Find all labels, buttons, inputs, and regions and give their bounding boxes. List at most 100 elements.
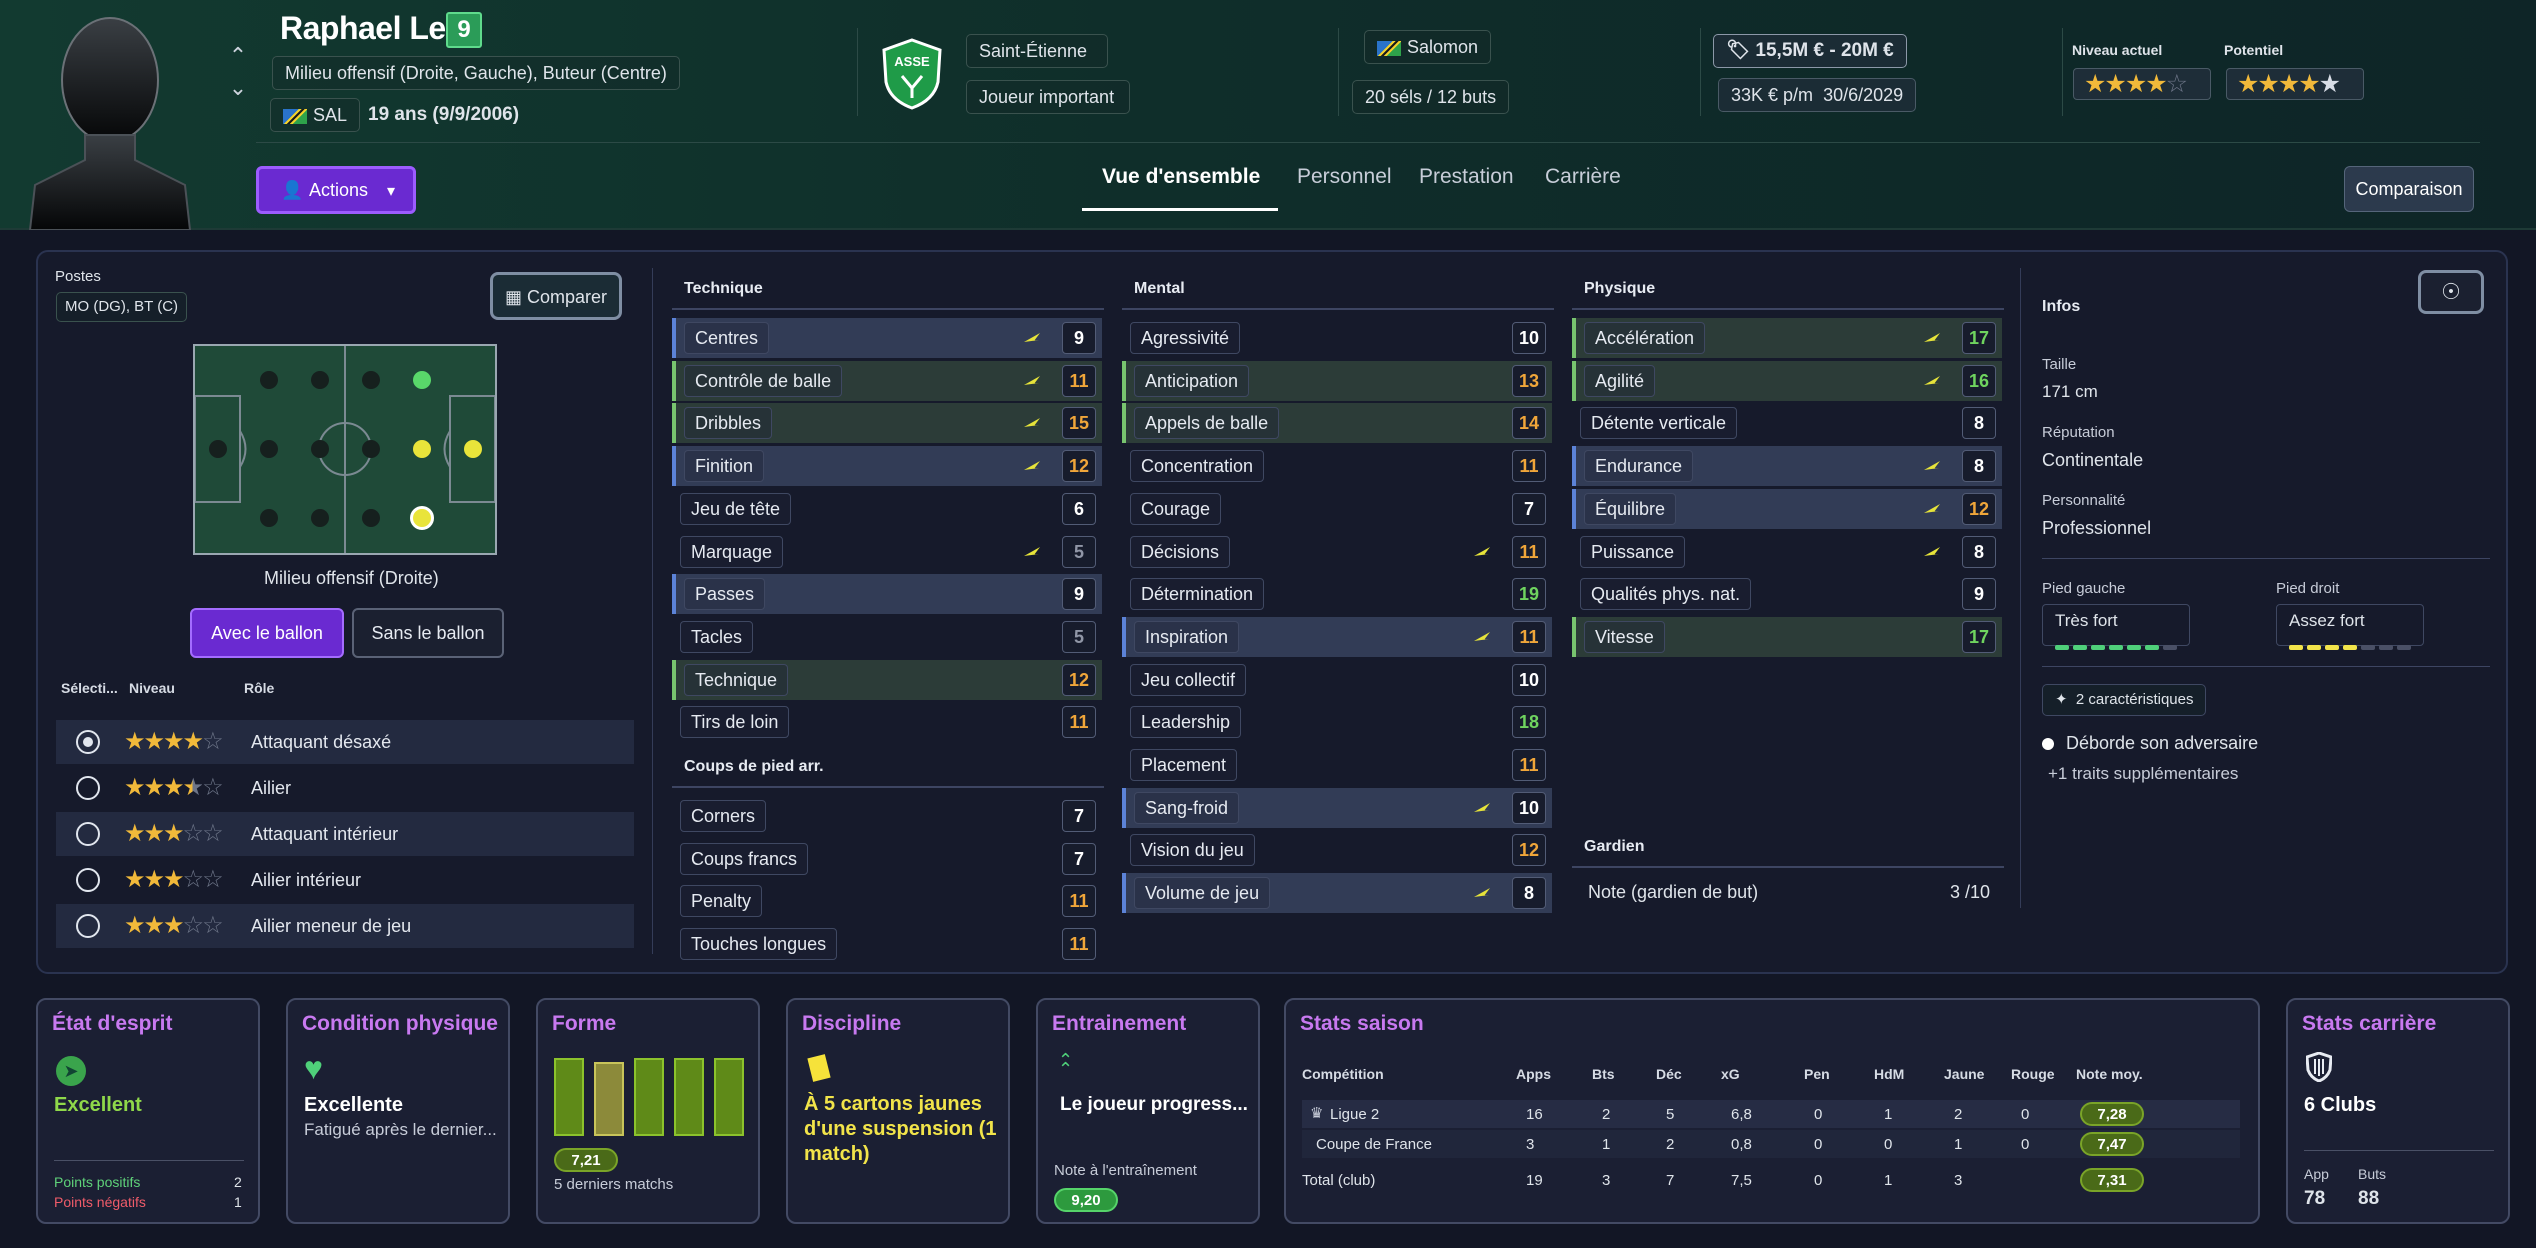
attribute-row[interactable]: Détermination 19 (1122, 574, 1552, 614)
attribute-row[interactable]: Tacles 5 (672, 617, 1102, 657)
discipline-card[interactable]: Discipline À 5 cartons jaunes d'une susp… (786, 998, 1010, 1224)
key-attribute-icon (1024, 546, 1040, 556)
attribute-row[interactable]: Vitesse 17 (1572, 616, 2002, 657)
attribute-row[interactable]: Anticipation 13 (1122, 360, 1552, 401)
attribute-row[interactable]: Tirs de loin 11 (672, 702, 1102, 742)
role-radio[interactable] (76, 914, 100, 938)
form-card[interactable]: Forme 7,21 5 derniers matchs (536, 998, 760, 1224)
tab-overview[interactable]: Vue d'ensemble (1102, 165, 1260, 189)
attribute-row[interactable]: Jeu collectif 10 (1122, 660, 1552, 700)
attribute-row[interactable]: Leadership 18 (1122, 702, 1552, 742)
role-radio[interactable] (76, 730, 100, 754)
role-row[interactable]: ★★★☆☆ Ailier intérieur (56, 858, 634, 902)
attribute-row[interactable]: Courage 7 (1122, 489, 1552, 529)
season-stats-card[interactable]: Stats saison Compétition Apps Bts Déc xG Pen H… (1284, 998, 2260, 1224)
actions-button[interactable]: 👤 Actions ▾ (256, 166, 416, 214)
with-ball-toggle[interactable]: Avec le ballon (190, 608, 344, 658)
attribute-row[interactable]: Coups francs 7 (672, 839, 1102, 879)
attribute-row[interactable]: Sang-froid 10 (1122, 787, 1552, 828)
next-player-arrow[interactable]: ⌄ (228, 77, 248, 99)
position-dot-accomplished[interactable] (464, 440, 482, 458)
negative-points-count: 1 (234, 1194, 242, 1210)
attribute-row[interactable]: Qualités phys. nat. 9 (1572, 574, 2002, 614)
role-radio[interactable] (76, 868, 100, 892)
role-row[interactable]: ★★★☆☆ Ailier meneur de jeu (56, 904, 634, 948)
key-attribute-icon (1924, 546, 1940, 556)
role-row[interactable]: ★★★☆☆ Attaquant intérieur (56, 812, 634, 856)
attribute-row[interactable]: Appels de balle 14 (1122, 403, 1552, 444)
profile-icon: ☉ (2441, 279, 2461, 304)
attribute-row[interactable]: Corners 7 (672, 796, 1102, 836)
attribute-row[interactable]: Volume de jeu 8 (1122, 873, 1552, 914)
position-dot-accomplished[interactable] (413, 440, 431, 458)
club-name-chip[interactable]: Saint-Étienne (966, 34, 1108, 68)
attribute-row[interactable]: Contrôle de balle 11 (672, 360, 1102, 401)
season-col-header: xG (1721, 1066, 1740, 1082)
position-dot[interactable] (362, 440, 380, 458)
foot-level-segment (2343, 645, 2357, 650)
attribute-row[interactable]: Finition 12 (672, 446, 1102, 487)
attribute-row[interactable]: Détente verticale 8 (1572, 403, 2002, 443)
attribute-row[interactable]: Placement 11 (1122, 745, 1552, 785)
position-dot[interactable] (311, 371, 329, 389)
position-dot[interactable] (362, 509, 380, 527)
role-name: Attaquant intérieur (251, 824, 399, 844)
attribute-row[interactable]: Puissance 8 (1572, 532, 2002, 572)
position-dot[interactable] (362, 371, 380, 389)
selected-position-name: Milieu offensif (Droite) (264, 568, 439, 588)
attribute-row[interactable]: Concentration 11 (1122, 446, 1552, 486)
position-dot[interactable] (260, 509, 278, 527)
previous-player-arrow[interactable]: ⌃ (228, 45, 248, 67)
position-dot-selected[interactable] (410, 506, 434, 530)
condition-card[interactable]: Condition physique ♥ Excellente Fatigué … (286, 998, 510, 1224)
position-dot[interactable] (260, 371, 278, 389)
tab-career[interactable]: Carrière (1545, 165, 1621, 189)
attribute-row[interactable]: Endurance 8 (1572, 446, 2002, 487)
role-radio[interactable] (76, 822, 100, 846)
trait-item: Déborde son adversaire (2066, 733, 2259, 753)
tab-performance[interactable]: Prestation (1419, 165, 1514, 189)
contract-chip[interactable]: 33K € p/m 30/6/2029 (1718, 78, 1917, 112)
position-dot[interactable] (311, 440, 329, 458)
attribute-row[interactable]: Marquage 5 (672, 532, 1102, 572)
attribute-row[interactable]: Penalty 11 (672, 881, 1102, 921)
position-dot[interactable] (209, 440, 227, 458)
attribute-row[interactable]: Inspiration 11 (1122, 616, 1552, 657)
role-row[interactable]: ★★★★☆ Attaquant désaxé (56, 720, 634, 764)
nationality-chip[interactable]: SAL (270, 98, 361, 132)
compare-button[interactable]: ▦ Comparer (490, 272, 623, 320)
attribute-row[interactable]: Passes 9 (672, 574, 1102, 615)
comparison-button[interactable]: Comparaison (2344, 166, 2474, 212)
club-crest-icon[interactable]: ASSE (880, 38, 944, 110)
training-card[interactable]: Entrainement ⌃ ⌃ Le joueur progress... No… (1036, 998, 1260, 1224)
tab-personal[interactable]: Personnel (1297, 165, 1392, 189)
player-profile-button[interactable]: ☉ (2418, 270, 2484, 314)
position-dot[interactable] (311, 509, 329, 527)
role-radio[interactable] (76, 776, 100, 800)
attribute-row[interactable]: Technique 12 (672, 659, 1102, 700)
season-stat-value: 0 (2021, 1106, 2030, 1123)
traits-count: 2 caractéristiques (2075, 691, 2194, 708)
position-dot-natural[interactable] (413, 371, 431, 389)
career-stats-card[interactable]: Stats carrière 6 Clubs App 78 Buts 88 (2286, 998, 2510, 1224)
attribute-row[interactable]: Dribbles 15 (672, 403, 1102, 444)
attribute-row[interactable]: Vision du jeu 12 (1122, 830, 1552, 870)
attribute-value: 9 (1062, 322, 1096, 354)
value-chip[interactable]: 🏷 15,5M € - 20M € (1713, 34, 1907, 68)
more-traits-link[interactable]: +1 traits supplémentaires (2048, 764, 2238, 784)
attribute-row[interactable]: Agressivité 10 (1122, 318, 1552, 358)
attribute-row[interactable]: Agilité 16 (1572, 360, 2002, 401)
without-ball-toggle[interactable]: Sans le ballon (352, 608, 504, 658)
traits-button[interactable]: ✦ 2 caractéristiques (2042, 684, 2207, 716)
attribute-row[interactable]: Jeu de tête 6 (672, 489, 1102, 529)
position-dot[interactable] (260, 440, 278, 458)
mood-card[interactable]: État d'esprit ➤ Excellent Points positif… (36, 998, 260, 1224)
national-team-chip[interactable]: Salomon (1364, 30, 1492, 64)
attribute-row[interactable]: Accélération 17 (1572, 318, 2002, 358)
attribute-row[interactable]: Équilibre 12 (1572, 488, 2002, 529)
attribute-row[interactable]: Décisions 11 (1122, 532, 1552, 572)
attribute-row[interactable]: Centres 9 (672, 318, 1102, 358)
attribute-name: Technique (684, 663, 789, 696)
role-row[interactable]: ★★★★☆ Ailier (56, 766, 634, 810)
attribute-row[interactable]: Touches longues 11 (672, 924, 1102, 964)
